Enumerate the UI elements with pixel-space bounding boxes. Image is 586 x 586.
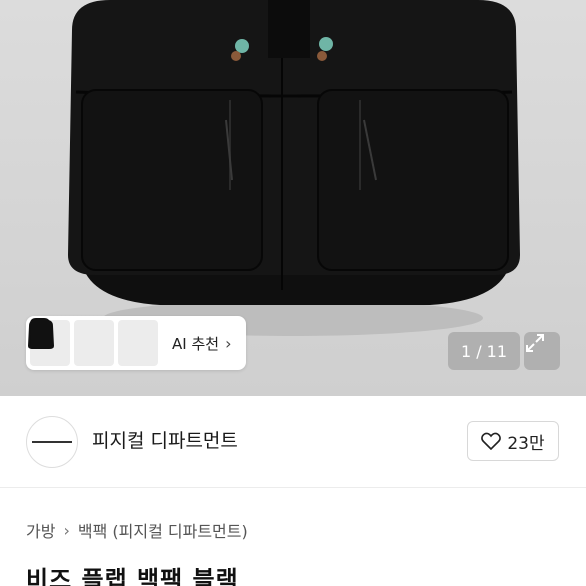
chevron-right-icon: › <box>225 333 232 353</box>
breadcrumb-subcategory[interactable]: 백팩 (피지컬 디파트먼트) <box>78 518 248 542</box>
seller-logo <box>32 441 72 443</box>
expand-button[interactable] <box>524 332 560 370</box>
like-button[interactable]: 23만 <box>467 421 559 461</box>
image-counter: 1 / 11 <box>448 332 520 370</box>
expand-icon <box>526 334 544 352</box>
ai-recommend-label: AI 추천 <box>172 334 220 353</box>
seller-avatar[interactable] <box>26 416 78 468</box>
breadcrumb: 가방 › 백팩 (피지컬 디파트먼트) <box>26 518 248 542</box>
seller-name[interactable]: 피지컬 디파트먼트 <box>92 426 238 453</box>
heart-icon <box>481 432 502 450</box>
breadcrumb-category[interactable]: 가방 <box>26 518 55 542</box>
product-image-carousel[interactable]: AI 추천 › 1 / 11 <box>0 0 586 396</box>
seller-section: 피지컬 디파트먼트 23만 <box>0 396 586 488</box>
thumbnail-strip: AI 추천 › <box>26 316 246 370</box>
ai-recommend-button[interactable]: AI 추천 › <box>172 333 231 354</box>
like-count: 23만 <box>507 433 545 454</box>
chevron-right-icon: › <box>63 520 70 540</box>
product-title: 비즈 플랩 백팩 블랙 <box>26 566 239 586</box>
thumbnail-2[interactable] <box>28 320 114 366</box>
thumbnail-3[interactable] <box>30 319 158 366</box>
